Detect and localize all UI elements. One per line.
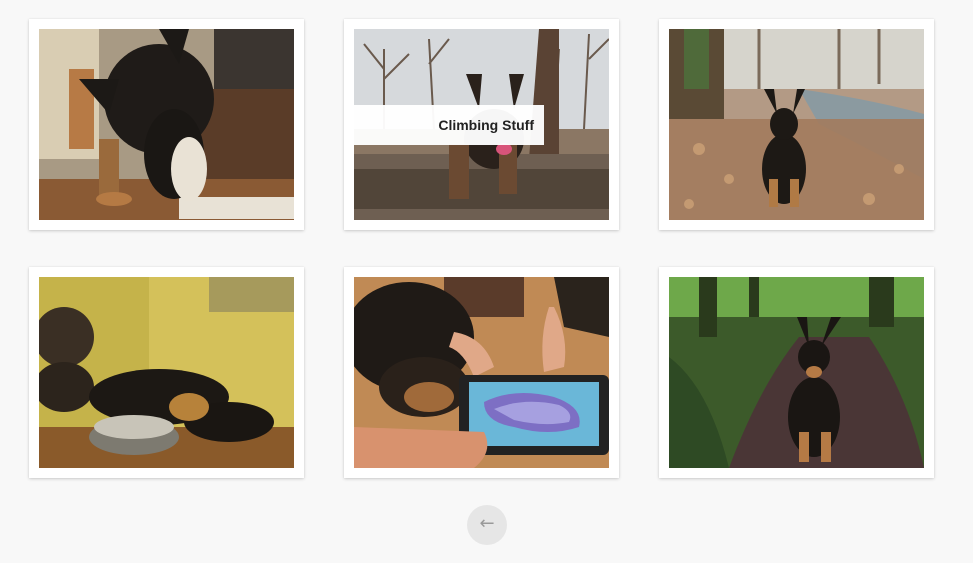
gallery-item-1[interactable] (29, 19, 304, 230)
photo-caption: Climbing Stuff (354, 105, 544, 145)
gallery-photo: Climbing Stuff (354, 29, 609, 220)
gallery-item-4[interactable] (29, 267, 304, 478)
gallery-item-6[interactable] (659, 267, 934, 478)
gallery-photo (669, 277, 924, 468)
gallery-item-2[interactable]: Climbing Stuff (344, 19, 619, 230)
arrow-left-icon: ← (479, 513, 495, 534)
gallery-item-3[interactable] (659, 19, 934, 230)
gallery-item-5[interactable] (344, 267, 619, 478)
back-button[interactable]: ← (467, 505, 507, 545)
gallery-photo (354, 277, 609, 468)
gallery-photo (39, 29, 294, 220)
gallery-photo (39, 277, 294, 468)
gallery-photo (669, 29, 924, 220)
